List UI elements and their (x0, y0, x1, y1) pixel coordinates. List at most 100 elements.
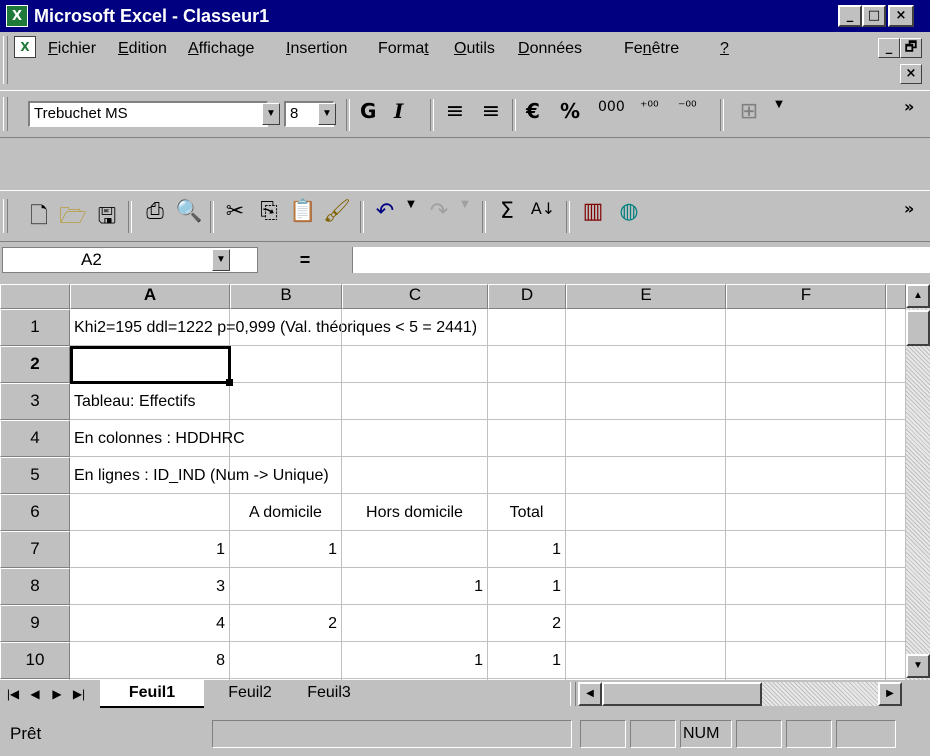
undo-dropdown-icon[interactable]: ▼ (396, 199, 426, 229)
cell-d3[interactable] (488, 383, 566, 420)
cell-f4[interactable] (726, 420, 886, 457)
cell-e10[interactable] (566, 642, 726, 679)
cell-b10[interactable] (230, 642, 342, 679)
cell-g5[interactable] (886, 457, 906, 494)
cell-b4[interactable] (230, 420, 342, 457)
cell-e3[interactable] (566, 383, 726, 420)
formula-input[interactable] (352, 247, 930, 273)
menu-outils[interactable]: Outils (454, 40, 495, 58)
first-sheet-icon[interactable]: |◀ (2, 682, 24, 706)
horizontal-scroll-thumb[interactable] (602, 682, 762, 706)
cell-c5[interactable] (342, 457, 488, 494)
cell-b7[interactable]: 1 (230, 531, 342, 568)
cell-e7[interactable] (566, 531, 726, 568)
cell-c10[interactable]: 1 (342, 642, 488, 679)
vertical-scrollbar[interactable]: ▲ ▼ (906, 284, 930, 680)
cell-d2[interactable] (488, 346, 566, 383)
cell-e2[interactable] (566, 346, 726, 383)
row-header-5[interactable]: 5 (0, 457, 70, 494)
row-header-7[interactable]: 7 (0, 531, 70, 568)
cell-a8[interactable]: 3 (70, 568, 230, 605)
excel-app-icon[interactable]: X (6, 5, 28, 27)
increase-decimal-button[interactable]: ⁺⁰⁰ (640, 99, 659, 129)
select-all-corner[interactable] (0, 284, 70, 309)
borders-dropdown-icon[interactable]: ▼ (764, 99, 794, 129)
align-left-icon[interactable]: ≡ (440, 99, 470, 129)
column-header-c[interactable]: C (342, 284, 488, 309)
cell-b3[interactable] (230, 383, 342, 420)
cell-c8[interactable]: 1 (342, 568, 488, 605)
cell-d7[interactable]: 1 (488, 531, 566, 568)
cell-d6[interactable]: Total (488, 494, 566, 531)
name-box-dropdown-icon[interactable]: ▼ (212, 249, 230, 271)
cell-c6[interactable]: Hors domicile (342, 494, 488, 531)
toolbar-more-icon[interactable]: » (904, 97, 914, 127)
cell-e1[interactable] (566, 309, 726, 346)
tab-split-handle[interactable] (570, 682, 576, 706)
cell-c7[interactable] (342, 531, 488, 568)
toolbar-grip[interactable] (3, 97, 8, 131)
menubar-grip[interactable] (3, 36, 8, 84)
paste-icon[interactable]: 📋 (288, 199, 318, 229)
cell-a3[interactable]: Tableau: Effectifs (70, 383, 230, 420)
print-preview-icon[interactable]: 🔍 (174, 199, 204, 229)
column-header-d[interactable]: D (488, 284, 566, 309)
cell-c2[interactable] (342, 346, 488, 383)
cell-a7[interactable]: 1 (70, 531, 230, 568)
cell-g4[interactable] (886, 420, 906, 457)
workbook-icon[interactable]: X (14, 36, 36, 58)
row-header-9[interactable]: 9 (0, 605, 70, 642)
cell-g6[interactable] (886, 494, 906, 531)
cell-d8[interactable]: 1 (488, 568, 566, 605)
cell-g3[interactable] (886, 383, 906, 420)
italic-button[interactable]: I (394, 99, 403, 129)
row-header-2[interactable]: 2 (0, 346, 70, 383)
cell-a6[interactable] (70, 494, 230, 531)
row-header-8[interactable]: 8 (0, 568, 70, 605)
menu-insertion[interactable]: Insertion (286, 40, 347, 58)
cell-a10[interactable]: 8 (70, 642, 230, 679)
cell-f8[interactable] (726, 568, 886, 605)
last-sheet-icon[interactable]: ▶| (68, 682, 90, 706)
cell-a2[interactable] (70, 346, 230, 383)
format-painter-icon[interactable]: 🖌 (322, 199, 352, 229)
font-dropdown-icon[interactable]: ▼ (262, 103, 280, 125)
cell-f5[interactable] (726, 457, 886, 494)
save-icon[interactable]: 🖫 (92, 199, 122, 229)
cell-c4[interactable] (342, 420, 488, 457)
cell-f1[interactable] (726, 309, 886, 346)
cell-a4[interactable]: En colonnes : HDDHRC (70, 420, 245, 457)
cell-c1[interactable] (342, 309, 488, 346)
sheet-tab-feuil1[interactable]: Feuil1 (100, 680, 204, 708)
doc-restore-button[interactable]: 🗗 (900, 38, 922, 58)
cell-d1[interactable] (488, 309, 566, 346)
cell-e9[interactable] (566, 605, 726, 642)
bold-button[interactable]: G (360, 99, 376, 129)
column-header-f[interactable]: F (726, 284, 886, 309)
cell-c9[interactable] (342, 605, 488, 642)
maximize-button[interactable]: □ (862, 5, 886, 27)
menu-fenetre[interactable]: Fenêtre (624, 40, 679, 58)
cell-e4[interactable] (566, 420, 726, 457)
cell-g2[interactable] (886, 346, 906, 383)
menu-donnees[interactable]: Données (518, 40, 582, 58)
column-header-a[interactable]: A (70, 284, 230, 309)
map-globe-icon[interactable]: ◍ (614, 199, 644, 229)
close-button[interactable]: × (888, 5, 914, 27)
chart-wizard-icon[interactable]: ▥ (578, 199, 608, 229)
scroll-left-icon[interactable]: ◀ (578, 682, 602, 706)
borders-icon[interactable]: ⊞ (734, 99, 764, 129)
font-name-combo[interactable]: Trebuchet MS (28, 101, 268, 127)
cell-b9[interactable]: 2 (230, 605, 342, 642)
cell-a1[interactable]: Khi2=195 ddl=1222 p=0,999 (Val. théoriqu… (70, 309, 477, 346)
toolbar-more-icon[interactable]: » (904, 199, 914, 229)
cell-d9[interactable]: 2 (488, 605, 566, 642)
cell-f7[interactable] (726, 531, 886, 568)
decrease-decimal-button[interactable]: ⁻⁰⁰ (678, 99, 697, 129)
sheet-tab-feuil3[interactable]: Feuil3 (294, 680, 364, 706)
cell-d4[interactable] (488, 420, 566, 457)
minimize-button[interactable]: _ (838, 5, 862, 27)
cell-f9[interactable] (726, 605, 886, 642)
cell-f10[interactable] (726, 642, 886, 679)
toolbar-grip[interactable] (3, 199, 8, 233)
